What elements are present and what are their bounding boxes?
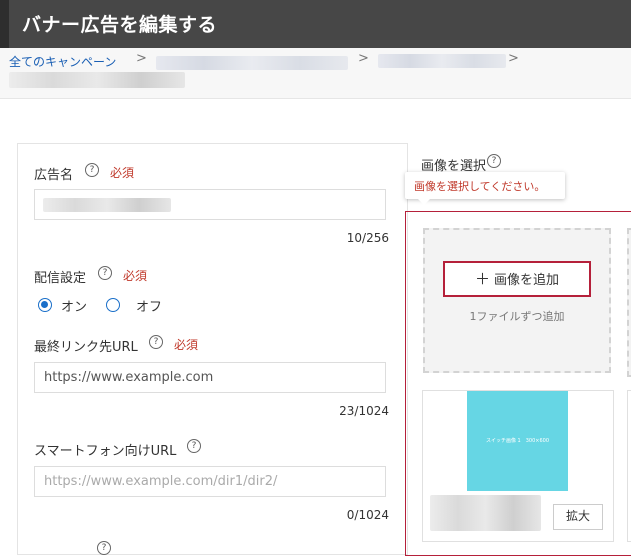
radio-on[interactable] xyxy=(38,298,52,312)
smartphone-url-counter: 0/1024 xyxy=(346,508,389,522)
add-image-label: 画像を追加 xyxy=(494,273,560,288)
final-url-input[interactable]: https://www.example.com xyxy=(34,362,386,393)
radio-off-label[interactable]: オフ xyxy=(136,296,162,315)
help-icon[interactable]: ? xyxy=(149,335,163,349)
breadcrumb-campaign-redacted[interactable] xyxy=(156,56,348,70)
tooltip-arrow xyxy=(418,199,430,205)
help-icon[interactable]: ? xyxy=(187,439,201,453)
required-badge: 必須 xyxy=(123,269,148,283)
chevron-right-icon: > xyxy=(508,51,519,66)
image-thumbnail[interactable]: スイッチ画像 1 300×600 xyxy=(467,391,568,491)
dropzone-hint: 1ファイルずつ追加 xyxy=(469,310,565,323)
delivery-label: 配信設定 xyxy=(34,271,87,286)
chevron-right-icon: > xyxy=(136,51,147,66)
required-badge: 必須 xyxy=(110,166,135,180)
smartphone-url-placeholder: https://www.example.com/dir1/dir2/ xyxy=(44,474,278,489)
add-image-button[interactable]: ＋ 画像を追加 xyxy=(443,261,591,297)
ad-name-label: 広告名 xyxy=(34,168,74,183)
smartphone-url-label: スマートフォン向けURL xyxy=(34,444,177,459)
next-dropzone-edge xyxy=(627,228,631,377)
final-url-value: https://www.example.com xyxy=(44,370,214,385)
breadcrumb-adgroup-redacted[interactable] xyxy=(378,54,506,68)
error-tooltip: 画像を選択してください。 xyxy=(405,172,565,205)
breadcrumb: 全てのキャンペーン > > > xyxy=(0,48,631,99)
chevron-right-icon: > xyxy=(358,51,369,66)
radio-off[interactable] xyxy=(106,298,120,312)
page-header: バナー広告を編集する xyxy=(0,0,631,48)
required-badge: 必須 xyxy=(174,338,199,352)
ad-form-panel: 広告名 ? 必須 10/256 配信設定 ? 必須 オン オフ 最終リンク先UR… xyxy=(17,143,408,555)
help-icon[interactable]: ? xyxy=(487,154,501,168)
page-title: バナー広告を編集する xyxy=(22,14,218,36)
next-card-edge xyxy=(627,390,631,542)
zoom-button[interactable]: 拡大 xyxy=(553,504,603,530)
image-name-redacted xyxy=(430,495,541,531)
image-card[interactable]: スイッチ画像 1 300×600 拡大 xyxy=(422,390,614,542)
thumbnail-text: スイッチ画像 1 300×600 xyxy=(485,438,550,444)
breadcrumb-all-campaigns[interactable]: 全てのキャンペーン xyxy=(9,53,116,70)
help-icon[interactable]: ? xyxy=(98,266,112,280)
help-icon[interactable]: ? xyxy=(85,163,99,177)
help-icon[interactable]: ? xyxy=(97,541,111,555)
image-dropzone[interactable]: ＋ 画像を追加 1ファイルずつ追加 xyxy=(423,228,611,373)
breadcrumb-ad-redacted xyxy=(9,72,185,88)
ad-name-value-redacted xyxy=(43,198,171,212)
final-url-label: 最終リンク先URL xyxy=(34,340,138,355)
plus-icon: ＋ xyxy=(474,270,490,288)
smartphone-url-input[interactable]: https://www.example.com/dir1/dir2/ xyxy=(34,466,386,497)
final-url-counter: 23/1024 xyxy=(339,404,389,418)
radio-on-label[interactable]: オン xyxy=(61,296,87,315)
ad-name-input[interactable] xyxy=(34,189,386,220)
header-accent xyxy=(0,0,9,48)
error-message: 画像を選択してください。 xyxy=(414,180,546,193)
ad-name-counter: 10/256 xyxy=(346,231,389,245)
